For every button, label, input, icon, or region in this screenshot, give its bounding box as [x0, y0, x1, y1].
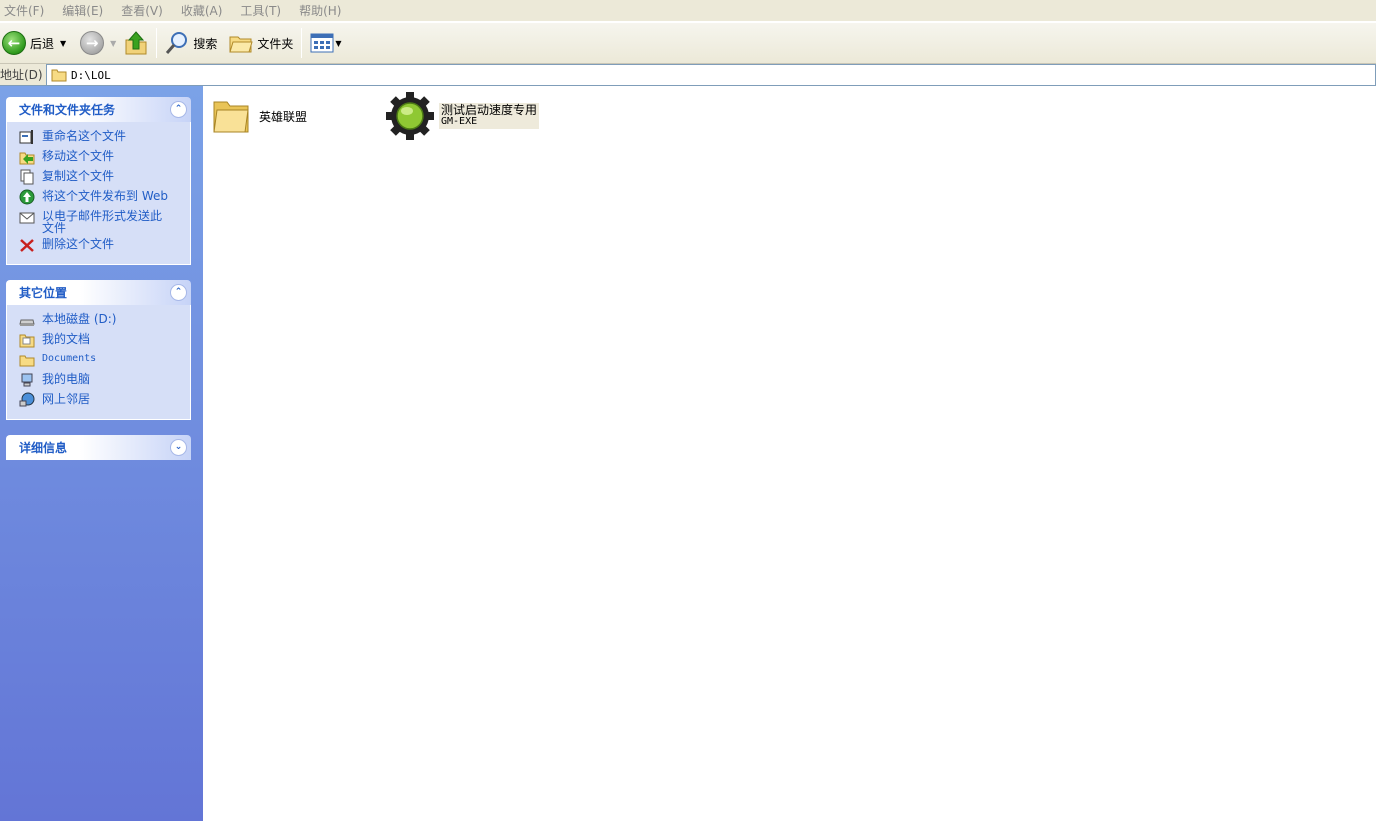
- place-my-computer[interactable]: 我的电脑: [18, 371, 186, 391]
- task-publish-web[interactable]: 将这个文件发布到 Web: [18, 188, 186, 208]
- menu-edit[interactable]: 编辑(E): [58, 2, 111, 19]
- file-item-folder[interactable]: 英雄联盟: [211, 96, 307, 136]
- file-label: 测试启动速度专用 GM-EXE: [439, 103, 540, 129]
- folders-button[interactable]: 文件夹: [225, 26, 297, 60]
- task-label: 复制这个文件: [42, 169, 115, 183]
- panel-header[interactable]: 其它位置 ⌃: [6, 280, 191, 305]
- panel-title: 详细信息: [19, 441, 68, 455]
- place-label: 我的文档: [42, 332, 91, 346]
- panel-title: 其它位置: [19, 286, 68, 300]
- menu-file[interactable]: 文件(F): [0, 2, 52, 19]
- toolbar-separator: [301, 28, 303, 58]
- file-item-exe[interactable]: 测试启动速度专用 GM-EXE: [385, 91, 540, 141]
- up-button[interactable]: [120, 26, 152, 60]
- back-button[interactable]: ← 后退 ▼: [0, 26, 70, 60]
- task-email[interactable]: 以电子邮件形式发送此文件: [18, 208, 186, 236]
- panel-header[interactable]: 文件和文件夹任务 ⌃: [6, 97, 191, 122]
- copy-icon: [18, 168, 35, 185]
- menu-favorites[interactable]: 收藏(A): [177, 2, 231, 19]
- panel-body: 本地磁盘 (D:) 我的文档 Documents 我的电脑 网上邻居: [6, 305, 191, 420]
- task-rename[interactable]: 重命名这个文件: [18, 128, 186, 148]
- my-documents-icon: [18, 331, 35, 348]
- globe-icon: [18, 188, 35, 205]
- other-places-panel: 其它位置 ⌃ 本地磁盘 (D:) 我的文档 Documents 我的电脑 网上邻…: [6, 280, 191, 420]
- task-label: 重命名这个文件: [42, 129, 127, 143]
- address-input[interactable]: D:\LOL: [46, 64, 1376, 85]
- collapse-chevron-icon[interactable]: ⌃: [170, 101, 187, 118]
- place-label: 本地磁盘 (D:): [42, 312, 117, 326]
- forward-button[interactable]: → ▼: [76, 26, 120, 60]
- gear-icon: [386, 92, 434, 140]
- views-icon: [310, 33, 334, 53]
- up-folder-icon: [125, 31, 147, 55]
- task-label: 删除这个文件: [42, 237, 115, 251]
- address-bar: 地址(D) D:\LOL: [0, 64, 1376, 86]
- drive-icon: [18, 311, 35, 328]
- expand-chevron-icon[interactable]: ⌄: [170, 439, 187, 456]
- file-subtitle: GM-EXE: [441, 116, 478, 127]
- file-view: 英雄联盟 测试启动速度专用 GM-EXE: [203, 86, 1376, 821]
- place-label: Documents: [42, 353, 97, 364]
- search-label: 搜索: [193, 36, 218, 51]
- folders-label: 文件夹: [257, 36, 294, 51]
- forward-dropdown-icon[interactable]: ▼: [110, 39, 116, 48]
- views-dropdown-icon[interactable]: ▼: [335, 39, 341, 48]
- network-icon: [18, 391, 35, 408]
- menu-help[interactable]: 帮助(H): [295, 2, 349, 19]
- collapse-chevron-icon[interactable]: ⌃: [170, 284, 187, 301]
- place-documents[interactable]: Documents: [18, 351, 186, 371]
- place-local-disk[interactable]: 本地磁盘 (D:): [18, 311, 186, 331]
- panel-body: 重命名这个文件 移动这个文件 复制这个文件 将这个文件发布到 Web 以电子邮件…: [6, 122, 191, 265]
- place-label: 我的电脑: [42, 372, 91, 386]
- file-name: 英雄联盟: [259, 109, 308, 124]
- folder-icon: [18, 351, 35, 368]
- views-button[interactable]: ▼: [306, 26, 345, 60]
- address-path: D:\LOL: [71, 68, 111, 82]
- place-my-documents[interactable]: 我的文档: [18, 331, 186, 351]
- search-icon: [166, 32, 188, 54]
- menu-view[interactable]: 查看(V): [117, 2, 171, 19]
- rename-icon: [18, 128, 35, 145]
- details-panel: 详细信息 ⌄: [6, 435, 191, 460]
- delete-icon: [18, 236, 35, 253]
- toolbar-separator: [156, 28, 158, 58]
- task-copy[interactable]: 复制这个文件: [18, 168, 186, 188]
- menu-bar: 文件(F) 编辑(E) 查看(V) 收藏(A) 工具(T) 帮助(H): [0, 0, 1376, 22]
- panel-header[interactable]: 详细信息 ⌄: [6, 435, 191, 460]
- address-label: 地址(D): [0, 68, 43, 82]
- folder-icon: [213, 101, 249, 133]
- task-label: 以电子邮件形式发送此文件: [42, 209, 163, 235]
- folder-icon: [51, 69, 67, 82]
- computer-icon: [18, 371, 35, 388]
- task-delete[interactable]: 删除这个文件: [18, 236, 186, 256]
- back-dropdown-icon[interactable]: ▼: [60, 39, 66, 48]
- task-label: 将这个文件发布到 Web: [42, 189, 168, 203]
- place-network[interactable]: 网上邻居: [18, 391, 186, 411]
- file-tasks-panel: 文件和文件夹任务 ⌃ 重命名这个文件 移动这个文件 复制这个文件 将这个文件发布…: [6, 97, 191, 265]
- toolbar: ← 后退 ▼ → ▼ 搜索 文件夹 ▼: [0, 22, 1376, 64]
- forward-arrow-icon: →: [80, 31, 105, 55]
- back-arrow-icon: ←: [2, 31, 26, 55]
- folders-icon: [229, 36, 254, 53]
- place-label: 网上邻居: [42, 392, 91, 406]
- move-icon: [18, 148, 35, 165]
- task-pane: 文件和文件夹任务 ⌃ 重命名这个文件 移动这个文件 复制这个文件 将这个文件发布…: [0, 86, 203, 821]
- panel-title: 文件和文件夹任务: [19, 103, 116, 117]
- search-button[interactable]: 搜索: [161, 26, 221, 60]
- menu-tools[interactable]: 工具(T): [236, 2, 289, 19]
- task-label: 移动这个文件: [42, 149, 115, 163]
- task-move[interactable]: 移动这个文件: [18, 148, 186, 168]
- file-name: 测试启动速度专用: [441, 103, 538, 117]
- back-label: 后退: [30, 36, 55, 51]
- email-icon: [18, 208, 35, 225]
